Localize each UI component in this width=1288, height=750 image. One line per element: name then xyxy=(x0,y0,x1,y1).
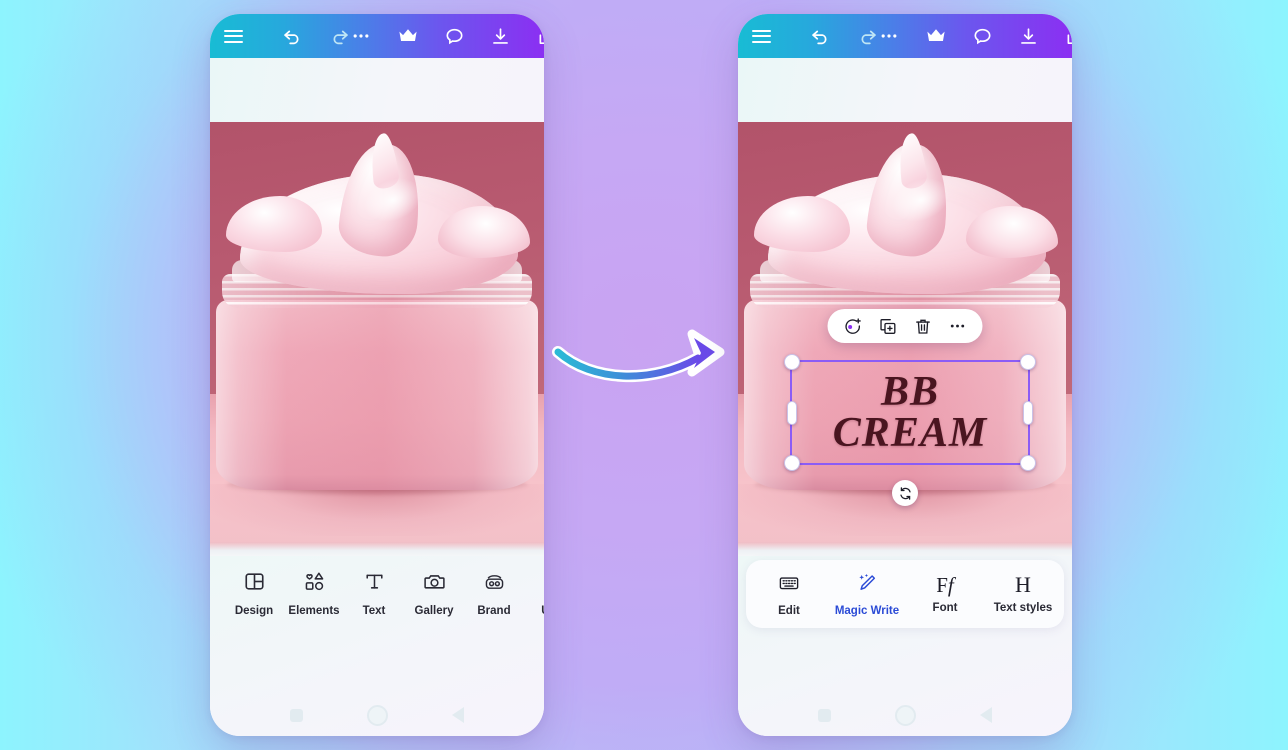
ellipsis-icon[interactable] xyxy=(949,317,967,335)
tool-rail: Design Elements Text Gallery Brand xyxy=(210,564,544,617)
canvas-top-padding xyxy=(738,58,1072,122)
rail-item-gallery[interactable]: Gallery xyxy=(404,570,464,617)
rail-label: Edit xyxy=(778,604,800,617)
rail-item-font[interactable]: Ff Font xyxy=(906,574,984,614)
rail-label: Font xyxy=(932,602,958,614)
phone-after: BB CREAM Edit Magic Write Ff Font H Text… xyxy=(738,14,1072,736)
download-icon[interactable] xyxy=(1018,26,1039,47)
design-canvas-before[interactable] xyxy=(210,122,544,556)
undo-icon[interactable] xyxy=(281,25,303,47)
resize-handle-right[interactable] xyxy=(1023,400,1033,425)
menu-icon[interactable] xyxy=(752,26,771,46)
rail-label: Uplo xyxy=(541,605,544,617)
rail-label: Design xyxy=(234,605,274,617)
bb-cream-text: BB CREAM xyxy=(832,368,988,456)
comment-icon[interactable] xyxy=(444,26,465,47)
comment-icon[interactable] xyxy=(972,26,993,47)
font-ff-icon: Ff xyxy=(936,573,954,597)
canvas-top-padding xyxy=(210,58,544,122)
jar-cast-shadow xyxy=(210,484,544,536)
crown-icon[interactable] xyxy=(397,25,419,47)
nav-home-button[interactable] xyxy=(895,704,916,726)
resize-handle-bottom-right[interactable] xyxy=(1020,455,1036,471)
nav-recents-button[interactable] xyxy=(818,708,831,722)
undo-icon[interactable] xyxy=(809,25,831,47)
magic-pen-icon xyxy=(856,572,878,599)
magic-sparkle-icon[interactable] xyxy=(844,317,863,336)
bottom-panel-after: Edit Magic Write Ff Font H Text styles xyxy=(738,556,1072,736)
element-float-toolbar xyxy=(827,309,983,343)
share-icon[interactable] xyxy=(1064,26,1072,47)
rail-item-magic-write[interactable]: Magic Write xyxy=(828,572,906,617)
redo-icon[interactable] xyxy=(857,25,879,47)
camera-icon xyxy=(423,570,446,598)
resize-handle-left[interactable] xyxy=(787,400,797,425)
rail-label: Text styles xyxy=(993,602,1053,614)
rail-label: Gallery xyxy=(414,605,454,617)
menu-icon[interactable] xyxy=(224,26,243,46)
nav-recents-button[interactable] xyxy=(290,708,303,722)
design-canvas-after[interactable]: BB CREAM xyxy=(738,122,1072,556)
rail-item-edit[interactable]: Edit xyxy=(750,572,828,617)
nav-home-button[interactable] xyxy=(367,704,388,726)
table-edge xyxy=(738,542,1072,556)
rail-item-text-styles[interactable]: H Text styles xyxy=(984,572,1062,615)
top-app-bar xyxy=(738,14,1072,58)
text-t-icon xyxy=(363,570,386,598)
keyboard-icon xyxy=(778,572,800,599)
nav-back-button[interactable] xyxy=(980,707,992,723)
table-edge xyxy=(210,542,544,556)
scene-background: Design Elements Text Gallery Brand BB CR… xyxy=(0,0,1288,750)
upload-icon xyxy=(543,570,545,598)
rail-item-uploads[interactable]: Uplo xyxy=(524,570,544,617)
rail-item-design[interactable]: Design xyxy=(224,570,284,617)
more-options-icon[interactable] xyxy=(351,26,371,46)
shapes-icon xyxy=(303,570,326,598)
more-options-icon[interactable] xyxy=(879,26,899,46)
phone-before: Design Elements Text Gallery Brand xyxy=(210,14,544,736)
resize-handle-top-right[interactable] xyxy=(1020,354,1036,370)
redo-icon[interactable] xyxy=(329,25,351,47)
brand-co-icon xyxy=(483,570,506,598)
duplicate-icon[interactable] xyxy=(879,317,898,336)
rail-label: Elements xyxy=(288,605,340,617)
nav-back-button[interactable] xyxy=(452,707,464,723)
text-tool-rail: Edit Magic Write Ff Font H Text styles xyxy=(746,560,1064,628)
resize-handle-top-left[interactable] xyxy=(784,354,800,370)
jar-body xyxy=(216,300,538,490)
top-app-bar xyxy=(210,14,544,58)
download-icon[interactable] xyxy=(490,26,511,47)
progress-arrow xyxy=(552,329,725,383)
share-icon[interactable] xyxy=(536,26,544,47)
rail-item-elements[interactable]: Elements xyxy=(284,570,344,617)
layout-icon xyxy=(243,570,266,598)
rail-label: Text xyxy=(362,605,386,617)
rotate-handle[interactable] xyxy=(892,480,918,506)
rail-item-brand[interactable]: Brand xyxy=(464,570,524,617)
resize-handle-bottom-left[interactable] xyxy=(784,455,800,471)
bottom-panel-before: Design Elements Text Gallery Brand xyxy=(210,556,544,736)
crown-icon[interactable] xyxy=(925,25,947,47)
trash-icon[interactable] xyxy=(914,317,933,336)
rail-item-text[interactable]: Text xyxy=(344,570,404,617)
text-element-selection[interactable]: BB CREAM xyxy=(784,354,1036,471)
text-h-icon: H xyxy=(1015,572,1031,597)
rail-label: Brand xyxy=(477,605,511,617)
rail-label: Magic Write xyxy=(834,604,900,617)
android-nav-bar xyxy=(738,694,1072,736)
android-nav-bar xyxy=(210,694,544,736)
